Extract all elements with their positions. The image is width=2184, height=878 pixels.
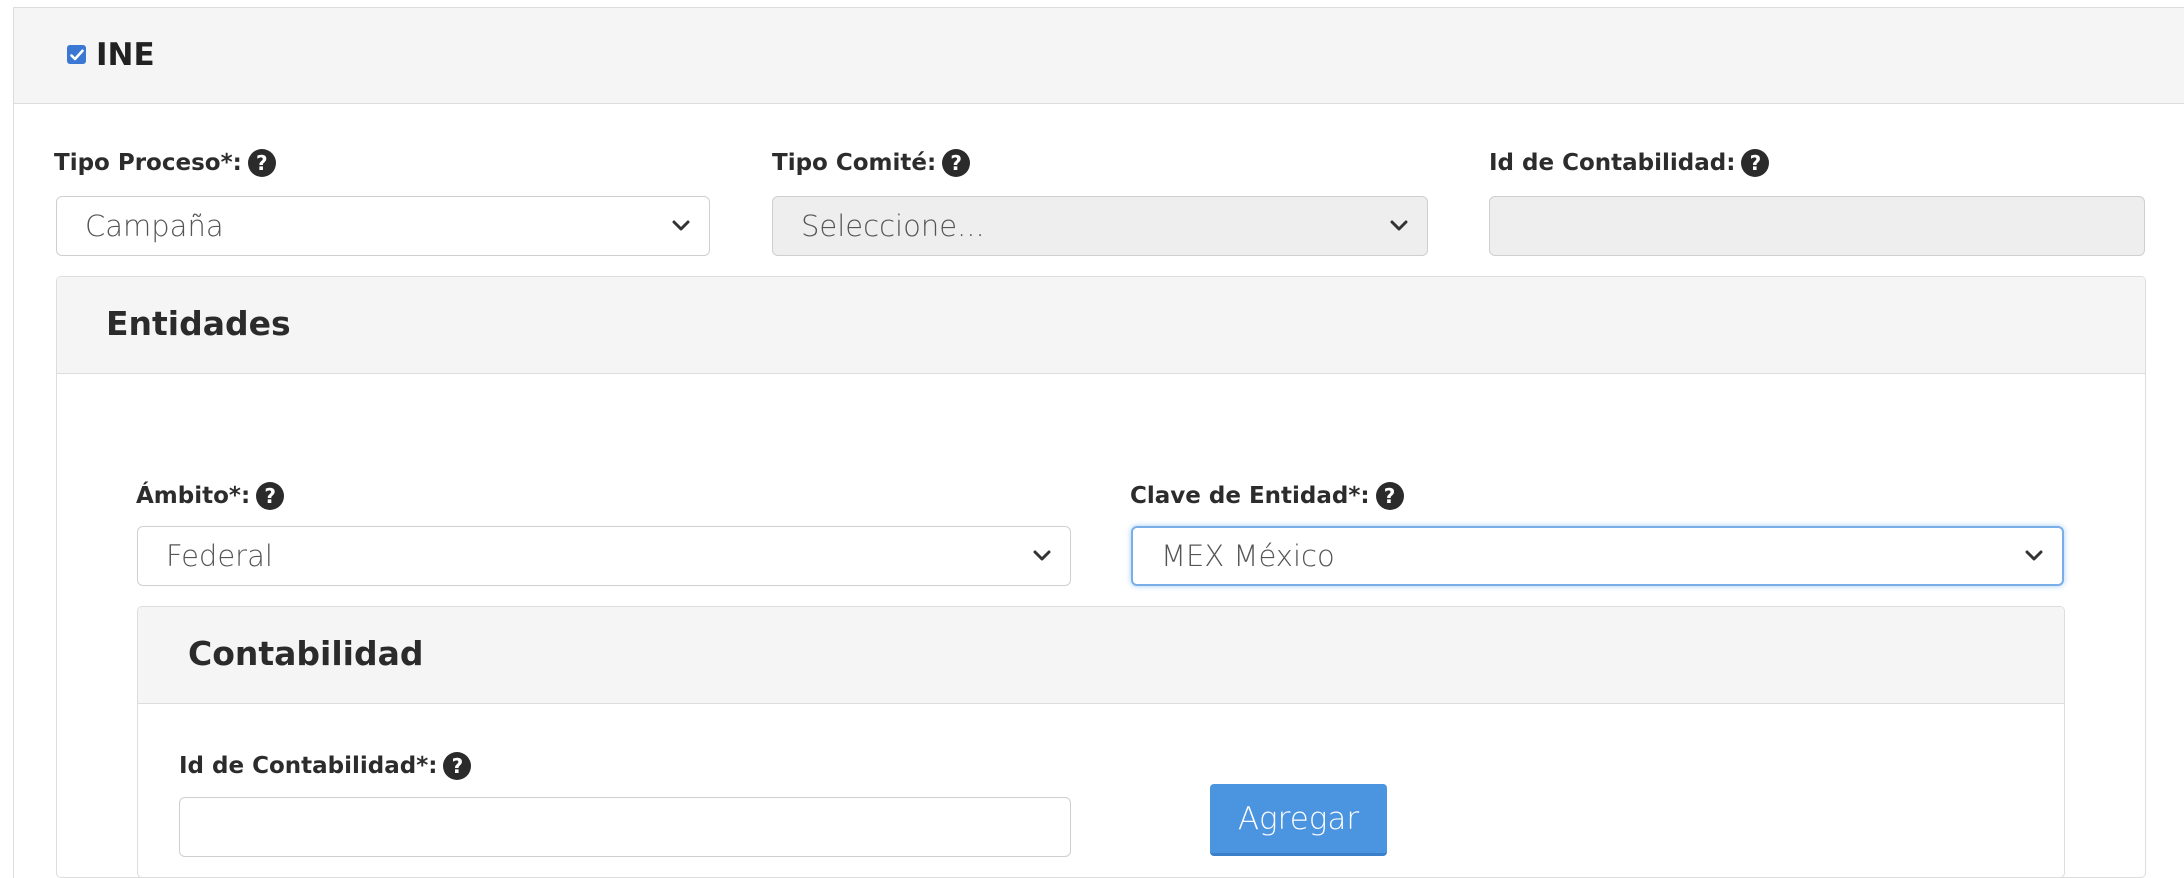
help-icon[interactable]: ?: [942, 149, 971, 177]
tipo-comite-select[interactable]: Seleccione...: [772, 196, 1428, 256]
clave-entidad-value: MEX México: [1161, 539, 1335, 573]
contabilidad-panel-header: Contabilidad: [138, 607, 2064, 704]
ine-panel-header: INE: [14, 8, 2184, 104]
ine-checkbox[interactable]: [67, 45, 86, 64]
check-icon: [69, 49, 84, 60]
id-contabilidad-top-input[interactable]: [1489, 196, 2145, 256]
agregar-button[interactable]: Agregar: [1210, 784, 1387, 856]
clave-entidad-label-text: Clave de Entidad*:: [1130, 483, 1370, 509]
ambito-select[interactable]: Federal: [137, 526, 1071, 586]
help-icon[interactable]: ?: [1375, 482, 1404, 510]
help-icon[interactable]: ?: [1741, 149, 1770, 177]
chevron-down-icon: [1033, 550, 1051, 561]
ambito-value: Federal: [166, 539, 273, 573]
id-contabilidad-label-text: Id de Contabilidad*:: [179, 753, 438, 779]
entidades-title: Entidades: [106, 304, 291, 343]
tipo-proceso-value: Campaña: [85, 209, 224, 243]
id-contabilidad-input[interactable]: [179, 797, 1071, 857]
tipo-comite-label: Tipo Comité: ?: [772, 148, 971, 178]
help-icon[interactable]: ?: [443, 752, 472, 780]
tipo-proceso-select[interactable]: Campaña: [56, 196, 710, 256]
help-icon[interactable]: ?: [247, 149, 276, 177]
tipo-comite-label-text: Tipo Comité:: [772, 150, 937, 176]
id-contabilidad-label: Id de Contabilidad*: ?: [179, 751, 472, 781]
id-contabilidad-top-label-text: Id de Contabilidad:: [1489, 150, 1736, 176]
chevron-down-icon: [1390, 220, 1408, 231]
ine-label: INE: [96, 37, 155, 73]
contabilidad-title: Contabilidad: [188, 634, 424, 673]
ambito-label-text: Ámbito*:: [136, 483, 251, 509]
ambito-label: Ámbito*: ?: [136, 481, 285, 511]
tipo-proceso-label: Tipo Proceso*: ?: [54, 148, 276, 178]
chevron-down-icon: [2025, 550, 2043, 561]
tipo-comite-value: Seleccione...: [801, 209, 985, 243]
id-contabilidad-top-label: Id de Contabilidad: ?: [1489, 148, 1770, 178]
chevron-down-icon: [672, 220, 690, 231]
tipo-proceso-label-text: Tipo Proceso*:: [54, 150, 242, 176]
clave-entidad-select[interactable]: MEX México: [1131, 526, 2064, 586]
clave-entidad-label: Clave de Entidad*: ?: [1130, 481, 1404, 511]
help-icon[interactable]: ?: [256, 482, 285, 510]
entidades-panel-header: Entidades: [57, 277, 2145, 374]
